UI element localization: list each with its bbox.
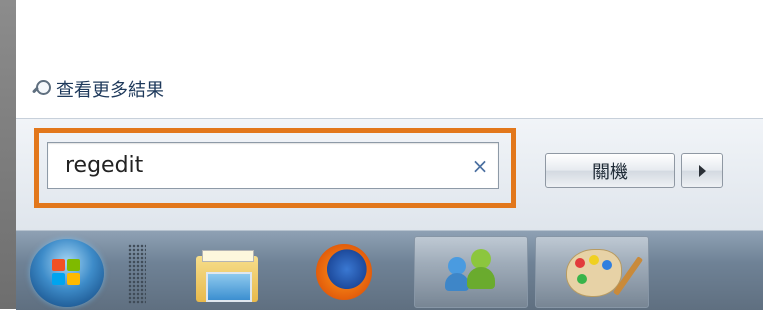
windows-logo-icon xyxy=(52,259,82,287)
window-left-border xyxy=(0,0,16,309)
windows-live-messenger-icon xyxy=(445,249,499,297)
clear-search-icon[interactable]: × xyxy=(462,154,498,178)
windows-explorer-icon xyxy=(196,250,258,302)
search-icon xyxy=(31,80,51,98)
shutdown-options-button[interactable] xyxy=(681,153,723,188)
shutdown-label: 關機 xyxy=(592,161,628,183)
taskbar-firefox-button[interactable] xyxy=(298,236,410,306)
search-input-value: regedit xyxy=(65,153,144,178)
see-more-results-link[interactable]: 查看更多結果 xyxy=(31,76,164,102)
start-button[interactable] xyxy=(30,239,104,307)
taskbar-paint-button[interactable] xyxy=(535,236,649,308)
taskbar-explorer-button[interactable] xyxy=(174,236,286,306)
start-menu-results-area xyxy=(16,0,763,128)
taskbar-grip[interactable] xyxy=(128,244,146,304)
start-search-input[interactable]: regedit × xyxy=(47,142,499,189)
arrow-right-icon xyxy=(698,164,706,177)
firefox-icon xyxy=(316,244,372,300)
paint-icon xyxy=(566,249,644,297)
shutdown-button[interactable]: 關機 xyxy=(545,153,675,188)
taskbar-messenger-button[interactable] xyxy=(414,236,528,308)
see-more-results-label: 查看更多結果 xyxy=(56,80,164,101)
